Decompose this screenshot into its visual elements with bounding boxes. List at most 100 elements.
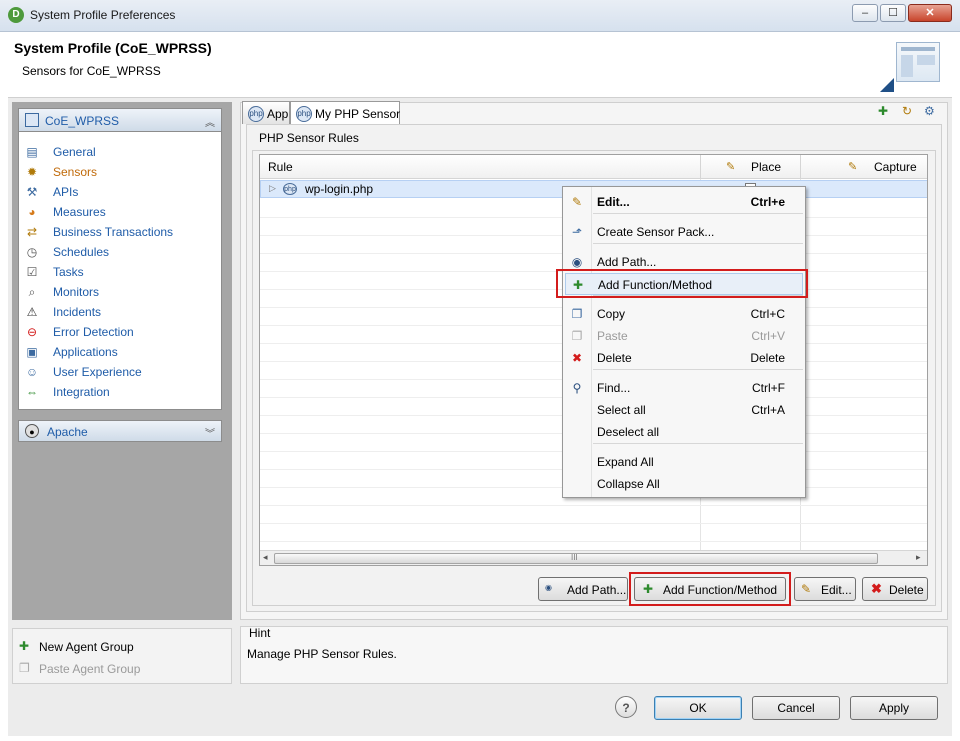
menu-item-select-all[interactable]: Select all Ctrl+A (565, 399, 803, 421)
horizontal-scrollbar[interactable]: ◂ III ▸ (260, 550, 927, 565)
grid-line (260, 505, 927, 506)
menu-item-find[interactable]: ⚲ Find... Ctrl+F (565, 377, 803, 399)
menu-item-label: Paste (597, 329, 628, 343)
sidebar-item-sensors[interactable]: ✹ Sensors (24, 163, 214, 181)
expand-arrow-icon[interactable]: ▷ (269, 183, 276, 194)
sidebar-item-user-experience[interactable]: ☺ User Experience (24, 363, 214, 381)
sensors-icon: ✹ (26, 165, 38, 179)
menu-item-label: Collapse All (597, 477, 660, 491)
profile-title: CoE_WPRSS (45, 114, 120, 128)
sidebar-item-label: Sensors (53, 165, 98, 179)
menu-item-label: Delete (597, 351, 632, 365)
menu-item-expand-all[interactable]: Expand All (565, 451, 803, 473)
edit-column-icon: ✎ (848, 161, 858, 173)
sidebar-item-label: Integration (53, 385, 110, 399)
menu-item-shortcut: Ctrl+A (751, 403, 785, 417)
help-icon[interactable]: ? (615, 696, 637, 718)
clock-icon: ◷ (26, 245, 38, 259)
title-bar: D System Profile Preferences ‒ ☐ ✕ (0, 0, 960, 32)
sidebar-item-apis[interactable]: ⚒ APIs (24, 183, 214, 201)
menu-item-collapse-all[interactable]: Collapse All (565, 473, 803, 495)
delete-icon: ✖ (571, 351, 583, 365)
sidebar-item-monitors[interactable]: ⌕ Monitors (24, 283, 214, 301)
expand-icon[interactable]: ︾ (205, 425, 215, 440)
sidebar-item-measures[interactable]: ◕ Measures (24, 203, 214, 221)
scroll-right-icon[interactable]: ▸ (916, 552, 921, 563)
find-icon: ⚲ (572, 381, 582, 395)
menu-item-deselect-all[interactable]: Deselect all (565, 421, 803, 443)
hint-panel: Hint Manage PHP Sensor Rules. (240, 626, 948, 684)
sidebar-item-label: User Experience (53, 365, 142, 379)
add-function-icon: ✚ (643, 582, 654, 596)
menu-item-label: Find... (597, 381, 631, 395)
copy-icon: ❐ (571, 307, 583, 321)
sidebar-item-error-detection[interactable]: ⊖ Error Detection (24, 323, 214, 341)
dialog-header: System Profile (CoE_WPRSS) Sensors for C… (8, 32, 952, 98)
sidebar-item-label: Error Detection (53, 325, 134, 339)
profile-header[interactable]: CoE_WPRSS ︽ (18, 108, 222, 132)
page-title: System Profile (CoE_WPRSS) (14, 40, 212, 56)
cancel-button[interactable]: Cancel (752, 696, 840, 720)
menu-item-shortcut: Delete (750, 351, 785, 365)
php-path-icon: php (283, 183, 297, 195)
minimize-button[interactable]: ‒ (852, 4, 878, 22)
preferences-banner-icon (896, 42, 940, 82)
paste-icon: ❐ (571, 329, 583, 343)
sidebar-item-business-transactions[interactable]: ⇄ Business Transactions (24, 223, 214, 241)
column-rule[interactable]: Rule (268, 155, 293, 179)
menu-item-delete[interactable]: ✖ Delete Delete (565, 347, 803, 369)
sidebar-item-schedules[interactable]: ◷ Schedules (24, 243, 214, 261)
sidebar-item-integration[interactable]: ⇔ Integration (24, 383, 214, 401)
error-icon: ⊖ (26, 325, 38, 339)
page-subtitle: Sensors for CoE_WPRSS (22, 64, 161, 78)
delete-button[interactable]: ✖ Delete (862, 577, 928, 601)
sidebar-item-incidents[interactable]: ⚠ Incidents (24, 303, 214, 321)
add-function-method-button[interactable]: ✚ Add Function/Method (634, 577, 786, 601)
hint-title: Hint (249, 626, 271, 640)
tab-app[interactable]: php App (242, 101, 290, 124)
add-sensor-icon[interactable]: ✚ (878, 104, 888, 118)
scroll-thumb[interactable]: III (274, 553, 878, 564)
menu-separator (593, 369, 803, 370)
maximize-button[interactable]: ☐ (880, 4, 906, 22)
apis-icon: ⚒ (26, 185, 38, 199)
close-button[interactable]: ✕ (908, 4, 952, 22)
sidebar-item-tasks[interactable]: ☑ Tasks (24, 263, 214, 281)
menu-item-create-sensor-pack[interactable]: ⬏ Create Sensor Pack... (565, 221, 803, 243)
rules-group-label: PHP Sensor Rules (257, 131, 361, 145)
add-path-button[interactable]: ◉ Add Path... (538, 577, 628, 601)
php-icon: php (248, 106, 264, 122)
grid-line (260, 541, 927, 542)
tab-my-php-sensor[interactable]: php My PHP Sensor (290, 101, 400, 125)
sidebar-item-applications[interactable]: ▣ Applications (24, 343, 214, 361)
scroll-left-icon[interactable]: ◂ (263, 552, 268, 563)
new-agent-group-link[interactable]: New Agent Group (39, 640, 134, 654)
menu-separator (593, 213, 803, 214)
sidebar-item-label: General (53, 145, 96, 159)
column-capture[interactable]: Capture (874, 155, 917, 179)
user-experience-icon: ☺ (25, 365, 39, 379)
column-place[interactable]: Place (751, 155, 781, 179)
menu-item-label: Expand All (597, 455, 654, 469)
refresh-icon[interactable]: ↻ (902, 104, 912, 118)
menu-item-copy[interactable]: ❐ Copy Ctrl+C (565, 303, 803, 325)
edit-button[interactable]: ✎ Edit... (794, 577, 856, 601)
menu-item-label: Deselect all (597, 425, 660, 439)
banner-corner-icon (880, 78, 894, 92)
sidebar-item-general[interactable]: ▤ General (24, 143, 214, 161)
collapse-icon[interactable]: ︽ (205, 114, 215, 129)
menu-item-shortcut: Ctrl+F (752, 381, 785, 395)
apache-title: Apache (47, 425, 88, 439)
menu-item-edit[interactable]: ✎ Edit... Ctrl+e (565, 191, 803, 213)
integration-icon: ⇔ (26, 385, 38, 399)
context-menu: ✎ Edit... Ctrl+e ⬏ Create Sensor Pack... ◉ Add… (562, 186, 806, 498)
ok-button[interactable]: OK (654, 696, 742, 720)
sidebar-item-label: Incidents (53, 305, 102, 319)
apache-header[interactable]: ● Apache ︾ (18, 420, 222, 442)
paste-agent-group-icon: ❐ (19, 661, 30, 675)
settings-icon[interactable]: ⚙ (924, 104, 935, 118)
sidebar-item-label: Business Transactions (53, 225, 174, 239)
app-icon: D (8, 7, 24, 23)
sidebar-item-label: Monitors (53, 285, 100, 299)
apply-button[interactable]: Apply (850, 696, 938, 720)
